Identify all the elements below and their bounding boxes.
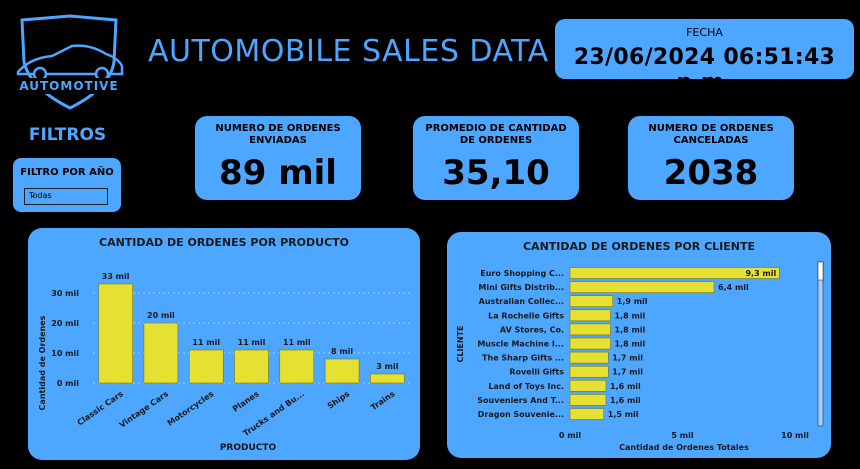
bar xyxy=(370,373,405,384)
data-label: 1,7 mil xyxy=(612,368,643,377)
y-tick-label: Dragon Souvenie... xyxy=(478,410,564,419)
y-tick-label: Australian Collec... xyxy=(479,297,564,306)
product-chart: Cantidad de Ordenes PRODUCTO 0 mil 10 mil… xyxy=(38,272,410,453)
x-tick-label: Planes xyxy=(231,389,261,414)
bar xyxy=(98,283,133,384)
automotive-logo: AUTOMOTIVE xyxy=(10,14,128,114)
data-label: 9,3 mil xyxy=(745,269,776,278)
kpi-label: NUMERO DE ORDENES ENVIADAS xyxy=(215,123,341,146)
kpi-orders-sent: NUMERO DE ORDENES ENVIADAS 89 mil xyxy=(195,116,361,200)
kpi-label: PROMEDIO DE CANTIDAD DE ORDENES xyxy=(425,123,567,146)
x-axis-title: Cantidad de Ordenes Totales xyxy=(619,443,749,452)
page-title: AUTOMOBILE SALES DATA xyxy=(148,34,549,69)
y-tick-label: Mini Gifts Distrib... xyxy=(478,283,564,292)
data-label: 1,9 mil xyxy=(617,297,648,306)
bar xyxy=(569,351,609,364)
y-tick-label: The Sharp Gifts ... xyxy=(482,354,564,363)
y-tick-label: AV Stores, Co. xyxy=(500,325,564,334)
customer-chart: CLIENTE Cantidad de Ordenes Totales Euro… xyxy=(456,261,824,452)
data-label: 20 mil xyxy=(147,311,175,320)
date-card: FECHA 23/06/2024 06:51:43 p.m. xyxy=(555,19,854,95)
data-label: 11 mil xyxy=(283,338,311,347)
y-tick-label: Souveniers And T... xyxy=(477,396,564,405)
bar xyxy=(569,380,607,392)
year-filter-label: FILTRO POR AÑO xyxy=(20,167,114,178)
x-tick-label: 0 mil xyxy=(559,431,581,440)
date-value: 23/06/2024 06:51:43 p.m. xyxy=(573,45,836,95)
bar xyxy=(188,349,224,384)
y-axis-title: Cantidad de Ordenes xyxy=(38,315,47,410)
data-label: 6,4 mil xyxy=(718,283,749,292)
data-label: 8 mil xyxy=(331,347,353,356)
y-tick-label: La Rochelle Gifts xyxy=(488,311,564,320)
bar xyxy=(569,408,604,420)
y-tick-label: Rovelli Gifts xyxy=(509,368,564,377)
data-label: 11 mil xyxy=(192,338,220,347)
bar xyxy=(234,349,269,384)
logo-text: AUTOMOTIVE xyxy=(19,79,118,93)
x-tick-label: Trains xyxy=(369,389,397,412)
bar xyxy=(569,337,611,350)
data-label: 1,8 mil xyxy=(615,311,646,320)
x-tick-label: 10 mil xyxy=(781,431,809,440)
y-tick-label: 0 mil xyxy=(57,379,79,388)
chevron-down-icon: ⌄ xyxy=(29,190,36,199)
bar xyxy=(569,394,607,406)
kpi-value: 89 mil xyxy=(219,153,337,193)
data-label: 1,6 mil xyxy=(610,382,641,391)
year-filter-dropdown[interactable]: Todas ⌄ xyxy=(24,188,108,205)
bar xyxy=(569,281,715,293)
year-filter-card: FILTRO POR AÑO Todas ⌄ xyxy=(13,158,121,212)
data-label: 1,8 mil xyxy=(615,325,646,334)
bar xyxy=(143,322,179,384)
scrollbar-thumb[interactable] xyxy=(817,261,824,281)
x-axis-title: PRODUCTO xyxy=(220,443,277,453)
date-label: FECHA xyxy=(686,26,723,39)
bar xyxy=(569,323,611,336)
scrollbar[interactable] xyxy=(817,261,824,427)
x-tick-label: 5 mil xyxy=(671,431,693,440)
bar xyxy=(279,349,315,384)
bar xyxy=(569,295,613,307)
data-label: 3 mil xyxy=(376,362,398,371)
customer-chart-panel: CANTIDAD DE ORDENES POR CLIENTE CLIENTE … xyxy=(447,232,831,458)
data-label: 33 mil xyxy=(102,272,130,281)
data-label: 11 mil xyxy=(238,338,266,347)
bar xyxy=(324,358,360,384)
y-tick-label: 30 mil xyxy=(51,289,79,298)
x-tick-label: Ships xyxy=(326,389,352,411)
y-tick-label: Muscle Machine I... xyxy=(477,340,564,349)
y-tick-label: 20 mil xyxy=(51,319,79,328)
data-label: 1,7 mil xyxy=(612,354,643,363)
data-label: 1,6 mil xyxy=(610,396,641,405)
data-label: 1,8 mil xyxy=(615,340,646,349)
shield-icon xyxy=(20,14,118,110)
bar xyxy=(569,365,609,378)
filters-title: FILTROS xyxy=(28,125,107,145)
kpi-average-quantity: PROMEDIO DE CANTIDAD DE ORDENES 35,10 xyxy=(413,116,579,200)
kpi-label: NUMERO DE ORDENES CANCELADAS xyxy=(648,123,774,146)
y-tick-label: Euro Shopping C... xyxy=(480,269,564,278)
bar xyxy=(569,309,611,322)
kpi-value: 2038 xyxy=(663,153,759,193)
y-tick-label: 10 mil xyxy=(51,349,79,358)
x-tick-label: Motorcycles xyxy=(166,389,216,428)
kpi-orders-cancelled: NUMERO DE ORDENES CANCELADAS 2038 xyxy=(628,116,794,200)
y-tick-label: Land of Toys Inc. xyxy=(488,382,564,391)
x-tick-label: Vintage Cars xyxy=(118,389,171,430)
product-chart-panel: CANTIDAD DE ORDENES POR PRODUCTO Cantida… xyxy=(28,228,420,460)
y-axis-title: CLIENTE xyxy=(456,325,465,362)
data-label: 1,5 mil xyxy=(608,410,639,419)
kpi-value: 35,10 xyxy=(442,153,550,193)
